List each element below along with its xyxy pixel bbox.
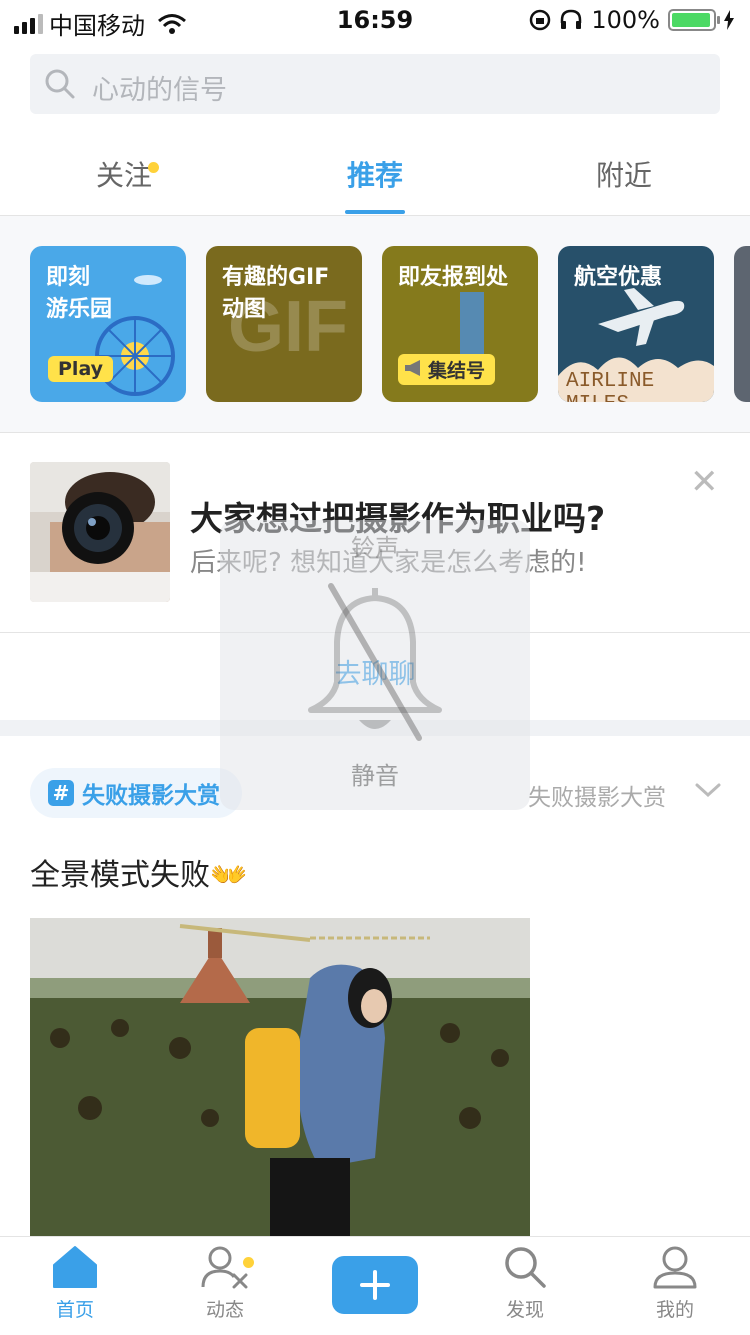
tab-following-label: 关注 <box>95 159 152 192</box>
nav-home[interactable]: 首页 <box>20 1245 130 1322</box>
topic-right-label[interactable]: 失败摄影大赏 <box>528 778 666 812</box>
feed-tabs: 关注 推荐 附近 <box>0 140 750 216</box>
card-tag-label: 集结号 <box>428 360 486 382</box>
tab-nearby-label: 附近 <box>595 159 652 192</box>
card-checkin[interactable]: 即友报到处 集结号 <box>382 246 538 402</box>
search-bar[interactable]: 心动的信号 <box>30 54 720 114</box>
nav-profile-label: 我的 <box>655 1299 694 1321</box>
card-tag: 集结号 <box>398 354 496 385</box>
decor-bar <box>460 292 484 362</box>
nav-discover[interactable]: 发现 <box>470 1245 580 1322</box>
headphones-icon <box>561 9 582 29</box>
notification-dot <box>243 1257 254 1268</box>
bell-muted-icon <box>308 583 442 741</box>
post-text: 全景模式失败👐 <box>30 858 248 893</box>
post-thumbnail[interactable] <box>30 462 170 602</box>
close-icon[interactable]: ✕ <box>690 462 719 502</box>
divider <box>0 432 750 433</box>
hashtag-icon: # <box>48 780 74 806</box>
photographer-image <box>30 462 170 602</box>
card-footer: AIRLINE MILES <box>566 370 655 402</box>
compose-button[interactable] <box>332 1256 418 1314</box>
status-right: 100% <box>529 6 734 34</box>
nav-activity[interactable]: 动态 <box>170 1245 280 1322</box>
charging-icon <box>724 10 734 30</box>
card-airline[interactable]: 航空优惠 AIRLINE MILES <box>558 246 714 402</box>
mute-hud: 铃声 静音 <box>220 520 530 810</box>
nav-activity-label: 动态 <box>205 1299 244 1321</box>
card-tag: Play <box>48 356 114 382</box>
sunflower-field-image <box>30 918 530 1238</box>
hud-title: 铃声 <box>351 534 399 562</box>
tab-following[interactable]: 关注 <box>44 154 204 194</box>
card-fun-park[interactable]: 即刻 游乐园 Play <box>30 246 186 402</box>
card-title: 即友报到处 <box>398 265 509 290</box>
topic-chip[interactable]: # 失败摄影大赏 <box>30 768 242 818</box>
topic-carousel: 即刻 游乐园 Play GIF 有趣的GIF 动图 即友报到处 集结号 航空优惠… <box>0 216 750 432</box>
search-placeholder: 心动的信号 <box>92 75 227 106</box>
home-icon <box>53 1246 97 1288</box>
tab-recommended[interactable]: 推荐 <box>295 154 455 194</box>
status-bar: 中国移动 16:59 100% <box>0 0 750 40</box>
card-gif[interactable]: GIF 有趣的GIF 动图 <box>206 246 362 402</box>
activity-icon <box>201 1246 248 1289</box>
post-photo[interactable] <box>30 918 530 1238</box>
card-partial[interactable] <box>734 246 750 402</box>
battery-percent: 100% <box>591 6 660 34</box>
nav-home-label: 首页 <box>55 1299 94 1321</box>
tab-recommended-label: 推荐 <box>346 159 403 192</box>
chevron-down-icon[interactable] <box>694 780 722 800</box>
battery-icon <box>668 9 720 31</box>
nav-discover-label: 发现 <box>505 1299 544 1321</box>
search-icon <box>505 1247 546 1288</box>
rotation-lock-icon <box>530 9 551 31</box>
hud-label: 静音 <box>351 762 399 790</box>
plus-icon <box>360 1270 390 1300</box>
card-title: 有趣的GIF 动图 <box>222 265 330 322</box>
tab-nearby[interactable]: 附近 <box>544 154 704 194</box>
search-icon <box>45 69 75 99</box>
profile-icon <box>653 1246 697 1289</box>
topic-chip-label: 失败摄影大赏 <box>82 783 220 809</box>
tab-indicator <box>345 210 405 214</box>
nav-profile[interactable]: 我的 <box>620 1245 730 1322</box>
card-title: 即刻 游乐园 <box>46 265 113 322</box>
megaphone-icon <box>405 360 420 376</box>
card-title: 航空优惠 <box>574 265 663 290</box>
notification-dot <box>148 162 159 173</box>
